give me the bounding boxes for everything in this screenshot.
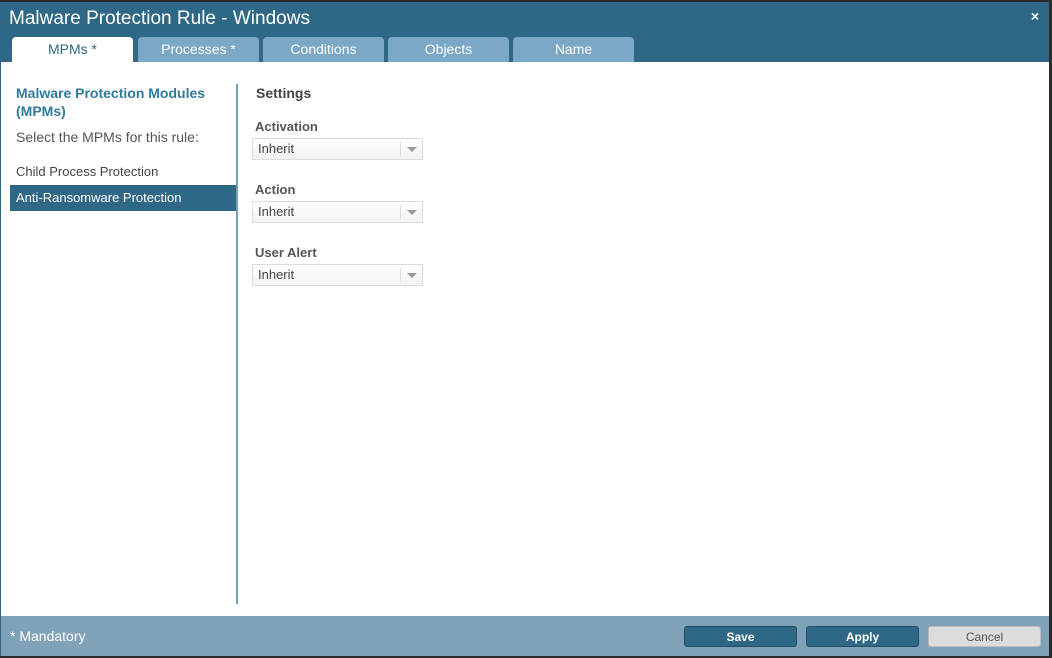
apply-button[interactable]: Apply <box>806 626 919 647</box>
mpm-item-child-process[interactable]: Child Process Protection <box>10 159 236 185</box>
activation-value: Inherit <box>258 141 295 156</box>
activation-label: Activation <box>255 119 318 134</box>
close-icon[interactable]: × <box>1031 8 1039 24</box>
tab-objects[interactable]: Objects <box>388 37 509 62</box>
mpm-heading: Malware Protection Modules (MPMs) <box>16 85 206 119</box>
malware-protection-dialog: Malware Protection Rule - Windows × MPMs… <box>0 2 1049 656</box>
user-alert-value: Inherit <box>258 267 295 282</box>
dialog-footer: * Mandatory Save Apply Cancel <box>1 616 1049 656</box>
dialog-title: Malware Protection Rule - Windows <box>9 8 310 29</box>
tab-mpms[interactable]: MPMs * <box>12 37 133 62</box>
settings-heading: Settings <box>256 85 312 101</box>
action-value: Inherit <box>258 204 295 219</box>
action-select[interactable]: Inherit <box>252 201 423 223</box>
dialog-header: Malware Protection Rule - Windows × MPMs… <box>1 2 1049 62</box>
chevron-down-icon <box>400 142 422 156</box>
activation-select[interactable]: Inherit <box>252 138 423 160</box>
action-label: Action <box>255 182 296 197</box>
save-button[interactable]: Save <box>684 626 797 647</box>
tab-name[interactable]: Name <box>513 37 634 62</box>
mpm-item-anti-ransomware[interactable]: Anti-Ransomware Protection <box>10 185 236 211</box>
mpm-subtitle: Select the MPMs for this rule: <box>16 129 199 145</box>
mpm-list-panel: Malware Protection Modules (MPMs) Select… <box>1 62 237 602</box>
cancel-button[interactable]: Cancel <box>928 626 1041 647</box>
tab-conditions[interactable]: Conditions <box>263 37 384 62</box>
chevron-down-icon <box>400 268 422 282</box>
chevron-down-icon <box>400 205 422 219</box>
user-alert-label: User Alert <box>255 245 317 260</box>
mandatory-note: * Mandatory <box>10 628 86 644</box>
tab-processes[interactable]: Processes * <box>138 37 259 62</box>
user-alert-select[interactable]: Inherit <box>252 264 423 286</box>
panel-divider <box>236 84 238 604</box>
